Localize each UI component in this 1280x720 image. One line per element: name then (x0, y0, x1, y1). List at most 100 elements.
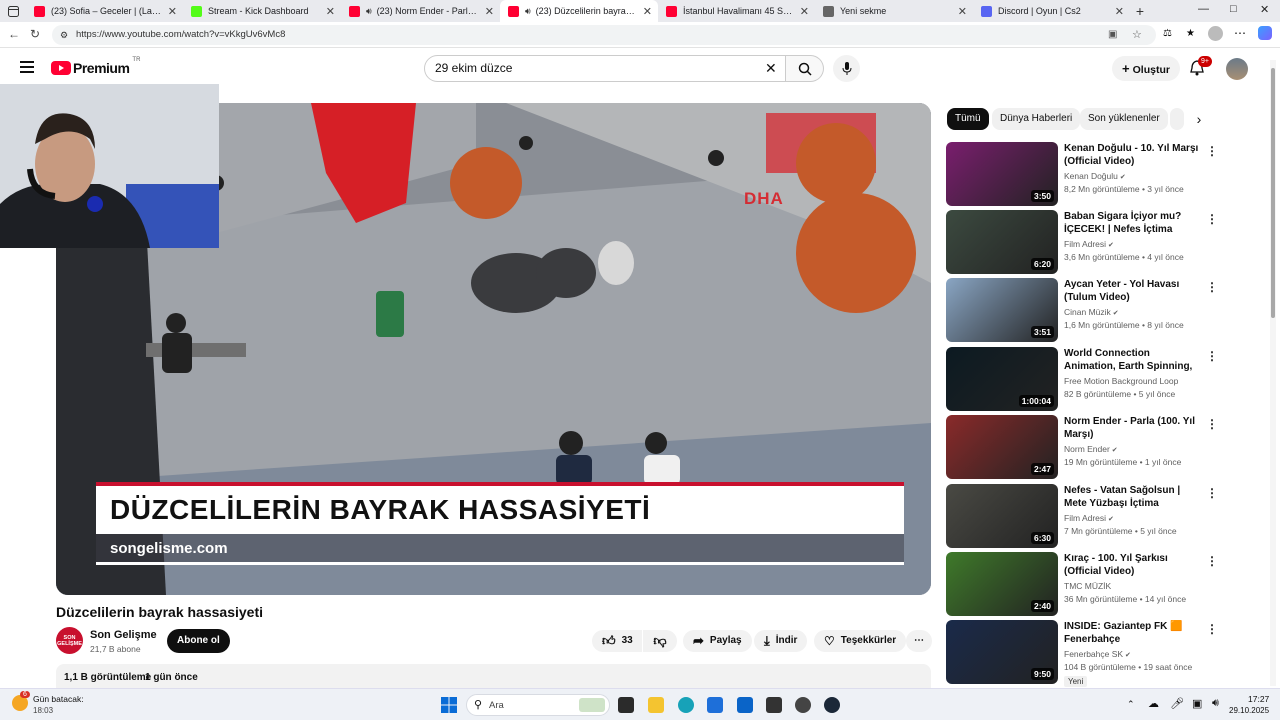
recommendation-channel[interactable]: Norm Ender ✔ (1064, 444, 1118, 454)
more-options-icon[interactable]: ⋮ (1206, 486, 1218, 500)
chip-all[interactable]: Tümü (947, 108, 989, 130)
recommendation-channel[interactable]: Kenan Doğulu ✔ (1064, 171, 1126, 181)
tab-2[interactable]: 🔊︎ (23) Norm Ender - Parla (100. ✕ (341, 0, 500, 22)
recommendation-thumbnail[interactable]: 2:40 (946, 552, 1058, 616)
recommendation-item[interactable]: 2:47 Norm Ender - Parla (100. Yıl Marşı) N… (946, 415, 1266, 479)
recommendation-title[interactable]: Norm Ender - Parla (100. Yıl Marşı) (1064, 415, 1200, 441)
apps-icon[interactable]: ▣ (1108, 25, 1117, 45)
site-info-icon[interactable]: ⚙ (60, 25, 68, 45)
file-explorer-icon[interactable] (648, 697, 664, 713)
clock-date[interactable]: 29.10.2025 (1229, 706, 1269, 715)
page-scrollbar[interactable] (1270, 60, 1276, 686)
tray-mic-icon[interactable]: 🎤︎ (1170, 697, 1184, 710)
task-view-icon[interactable] (618, 697, 634, 713)
tab-3[interactable]: 🔊︎ (23) Düzcelilerin bayrak hass ✕ (500, 0, 658, 22)
url-field[interactable]: ⚙ https://www.youtube.com/watch?v=vKkgUv… (52, 25, 1156, 45)
recommendation-channel[interactable]: Cinan Müzik ✔ (1064, 307, 1119, 317)
recommendation-title[interactable]: Kenan Doğulu - 10. Yıl Marşı (Official V… (1064, 142, 1200, 168)
close-tab-icon[interactable]: ✕ (643, 5, 652, 18)
recommendation-channel[interactable]: Free Motion Background Loop (1064, 376, 1178, 386)
audio-icon[interactable]: 🔊︎ (525, 6, 531, 17)
clock-time[interactable]: 17:27 (1248, 694, 1269, 704)
tab-actions-icon[interactable] (0, 0, 26, 22)
close-tab-icon[interactable]: ✕ (1115, 5, 1124, 18)
subscribe-button[interactable]: Abone ol (167, 629, 230, 653)
channel-name[interactable]: Son Gelişme (90, 629, 157, 641)
download-button[interactable]: ⤓ İndir (754, 630, 808, 652)
chips-next-icon[interactable]: › (1186, 108, 1212, 130)
channel-name[interactable]: Film Adresi (1064, 513, 1106, 523)
create-button[interactable]: + Oluştur (1112, 56, 1180, 81)
scrollbar-thumb[interactable] (1271, 68, 1275, 318)
account-avatar[interactable] (1226, 58, 1248, 80)
tab-1[interactable]: Stream - Kick Dashboard ✕ (183, 0, 341, 22)
recommendation-channel[interactable]: Film Adresi ✔ (1064, 513, 1114, 523)
tab-0[interactable]: (23) Sofia – Geceler | (Lapsekili Ta ✕ (26, 0, 183, 22)
volume-icon[interactable]: 🔊︎ (1212, 697, 1219, 710)
favorites-icon[interactable]: ★ (1186, 28, 1195, 39)
more-menu-icon[interactable]: ⋯ (1234, 26, 1246, 40)
hamburger-menu-icon[interactable] (20, 61, 34, 76)
more-options-icon[interactable]: ⋮ (1206, 280, 1218, 294)
recommendation-title[interactable]: Nefes - Vatan Sağolsun | Mete Yüzbaşı İç… (1064, 484, 1200, 511)
more-options-icon[interactable]: ⋮ (1206, 554, 1218, 568)
extensions-icon[interactable]: ⚖ (1163, 28, 1172, 39)
taskbar-search[interactable]: ⚲ Ara (466, 694, 610, 716)
audio-icon[interactable]: 🔊︎ (366, 6, 372, 17)
outlook-icon[interactable] (737, 697, 753, 713)
edge-icon[interactable] (678, 697, 694, 713)
close-tab-icon[interactable]: ✕ (800, 5, 809, 18)
close-tab-icon[interactable]: ✕ (168, 5, 177, 18)
recommendation-thumbnail[interactable]: 6:30 (946, 484, 1058, 548)
dislike-button[interactable]: 👎︎ (643, 630, 677, 652)
obs-icon[interactable] (766, 697, 782, 713)
close-tab-icon[interactable]: ✕ (958, 5, 967, 18)
close-tab-icon[interactable]: ✕ (326, 5, 335, 18)
tab-5[interactable]: Yeni sekme ✕ (815, 0, 973, 22)
search-input[interactable]: 29 ekim düzce ✕ (424, 55, 786, 82)
more-options-icon[interactable]: ⋮ (1206, 622, 1218, 636)
notifications-button[interactable]: 9+ (1190, 56, 1212, 79)
channel-name[interactable]: Fenerbahçe SK (1064, 649, 1123, 659)
refresh-icon[interactable]: ↻ (30, 27, 40, 41)
recommendation-channel[interactable]: Film Adresi ✔ (1064, 239, 1114, 249)
new-tab-button[interactable]: + (1130, 3, 1150, 19)
like-button[interactable]: 👍︎ 33 (592, 630, 642, 652)
recommendation-item[interactable]: 9:50 INSIDE: Gaziantep FK 🟧 Fenerbahçe Fen… (946, 620, 1266, 687)
recommendation-thumbnail[interactable]: 6:20 (946, 210, 1058, 274)
search-button[interactable] (786, 55, 824, 82)
recommendation-thumbnail[interactable]: 2:47 (946, 415, 1058, 479)
chip-world-news[interactable]: Dünya Haberleri (992, 108, 1081, 130)
channel-name[interactable]: Cinan Müzik (1064, 307, 1111, 317)
channel-name[interactable]: TMC MÜZİK (1064, 581, 1111, 591)
recommendation-title[interactable]: Kıraç - 100. Yıl Şarkısı (Official Video… (1064, 552, 1200, 578)
more-options-icon[interactable]: ⋮ (1206, 349, 1218, 363)
recommendation-item[interactable]: 1:00:04 World Connection Animation, Earth… (946, 347, 1266, 411)
recommendation-item[interactable]: 3:51 Aycan Yeter - Yol Havası (Tulum Vide… (946, 278, 1266, 342)
store-icon[interactable] (707, 697, 723, 713)
more-options-icon[interactable]: ⋮ (1206, 212, 1218, 226)
minimize-button[interactable]: — (1198, 3, 1209, 15)
channel-name[interactable]: Film Adresi (1064, 239, 1106, 249)
more-options-icon[interactable]: ⋮ (1206, 144, 1218, 158)
recommendation-title[interactable]: INSIDE: Gaziantep FK 🟧 Fenerbahçe (1064, 620, 1200, 646)
app-icon[interactable] (795, 697, 811, 713)
close-tab-icon[interactable]: ✕ (485, 5, 494, 18)
share-button[interactable]: ➦ Paylaş (683, 630, 752, 652)
more-options-icon[interactable]: ⋮ (1206, 417, 1218, 431)
channel-avatar[interactable]: SON GELİŞME (56, 627, 83, 654)
close-window-button[interactable]: ✕ (1260, 3, 1269, 16)
recommendation-thumbnail[interactable]: 3:51 (946, 278, 1058, 342)
youtube-logo[interactable]: Premium TR (51, 57, 140, 76)
recommendation-title[interactable]: Aycan Yeter - Yol Havası (Tulum Video) (1064, 278, 1200, 304)
copilot-icon[interactable] (1258, 26, 1272, 40)
profile-avatar[interactable] (1208, 26, 1223, 41)
start-icon[interactable] (441, 697, 457, 713)
steam-icon[interactable] (824, 697, 840, 713)
tab-4[interactable]: İstanbul Havalimanı 45 Saatte Na ✕ (658, 0, 815, 22)
more-actions-button[interactable]: ⋯ (906, 630, 932, 652)
recommendation-item[interactable]: 3:50 Kenan Doğulu - 10. Yıl Marşı (Offici… (946, 142, 1266, 206)
recommendation-channel[interactable]: Fenerbahçe SK ✔ (1064, 649, 1131, 659)
recommendation-title[interactable]: Baban Sigara İçiyor mu? İÇECEK! | Nefes … (1064, 210, 1200, 237)
thanks-button[interactable]: ♡ Teşekkürler (814, 630, 907, 652)
